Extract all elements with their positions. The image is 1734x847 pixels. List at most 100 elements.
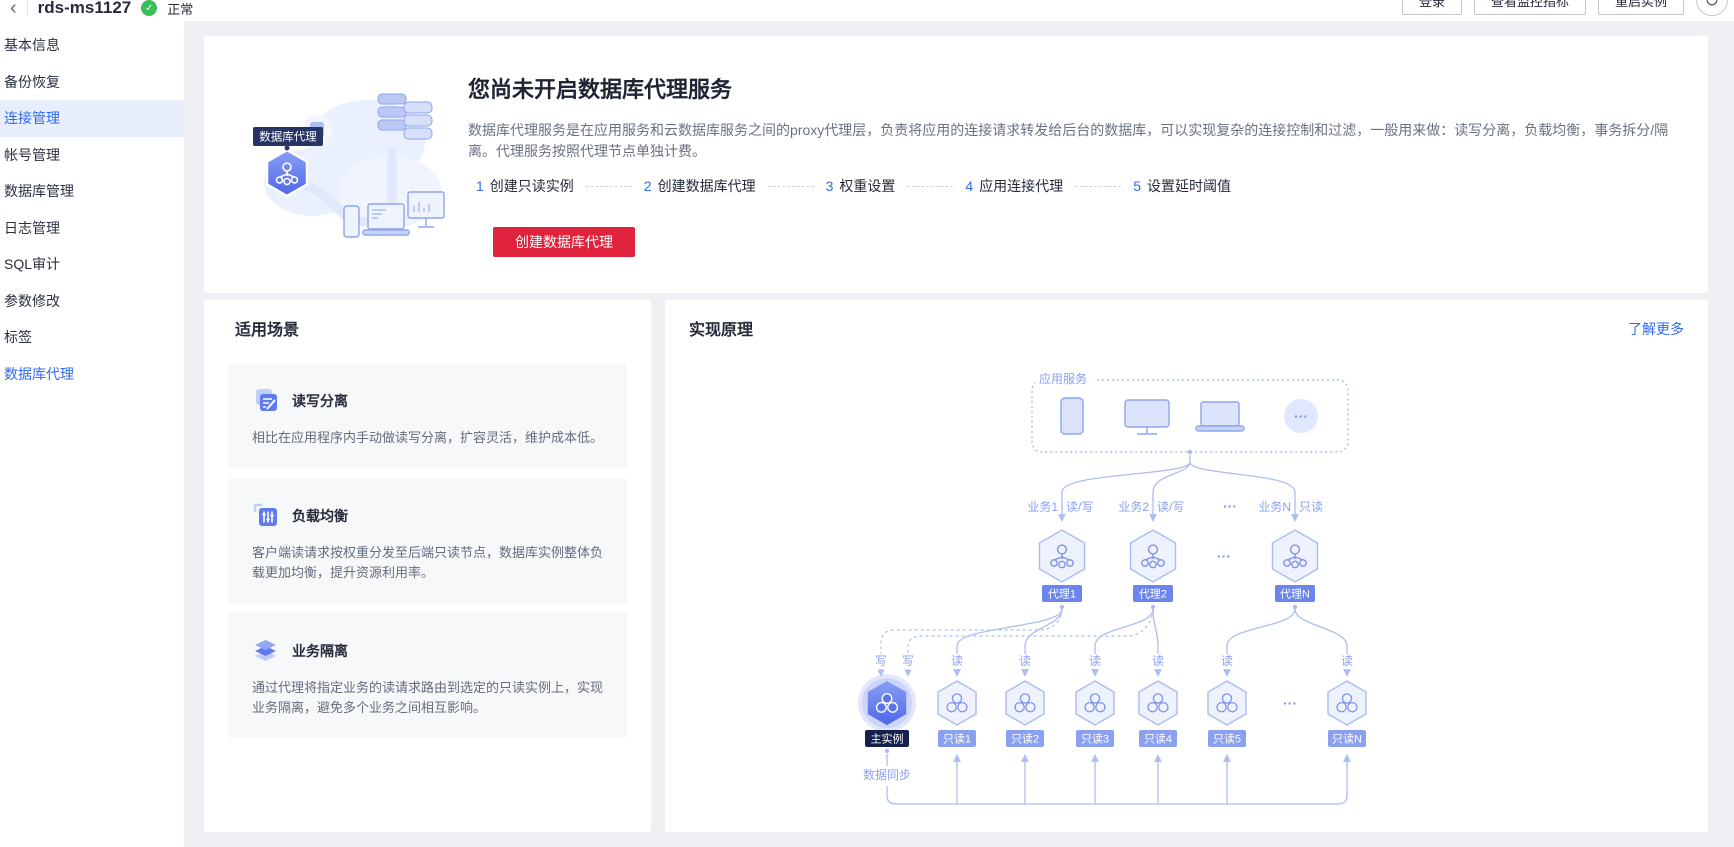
rds-instance-page: ‹ rds-ms1127 ✓ 正常 登录 查看监控指标 重启实例 基本信息 备份…	[0, 0, 1734, 847]
business-2-label: 业务2	[1118, 499, 1149, 514]
business-isolation-icon	[252, 637, 279, 664]
primary-badge: 主实例	[871, 732, 904, 746]
proxy-1-badge: 代理1	[1048, 588, 1076, 601]
illustration-label-text: 数据库代理	[259, 130, 317, 144]
step-number: 1	[476, 178, 484, 194]
create-proxy-button[interactable]: 创建数据库代理	[493, 227, 635, 257]
principle-panel: 实现原理 了解更多	[665, 300, 1708, 832]
replica-node-2	[1006, 681, 1044, 725]
business-ellipsis: ···	[1223, 498, 1237, 514]
scenario-cards: 读写分离 相比在应用程序内手动做读写分离，扩容灵活，维护成本低。 负载均衡 客户…	[228, 363, 627, 748]
phone-icon	[1061, 398, 1083, 434]
step-separator	[768, 186, 814, 187]
architecture-diagram: 应用服务 ··· 业务1 读	[835, 360, 1475, 820]
step-label: 设置延时阈值	[1147, 176, 1231, 196]
banner-title: 您尚未开启数据库代理服务	[468, 72, 732, 104]
business-1-label: 业务1	[1027, 499, 1058, 514]
back-icon[interactable]: ‹	[10, 0, 17, 18]
refresh-button[interactable]	[1696, 0, 1728, 16]
step-label: 创建数据库代理	[658, 176, 756, 196]
card-description: 通过代理将指定业务的读请求路由到选定的只读实例上，实现业务隔离，避免多个业务之间…	[252, 678, 603, 718]
sidebar-item-log-management[interactable]: 日志管理	[0, 210, 184, 247]
card-read-write-split: 读写分离 相比在应用程序内手动做读写分离，扩容灵活，维护成本低。	[228, 363, 627, 468]
replica-node-n	[1328, 681, 1366, 725]
proxy-setup-steps: 1 创建只读实例 2 创建数据库代理 3 权重设置 4 应用连接代理 5 设置延…	[476, 176, 1231, 196]
sidebar-item-database-management[interactable]: 数据库管理	[0, 173, 184, 210]
read-label-5: 读	[1221, 654, 1233, 668]
read-label-1: 读	[951, 654, 963, 668]
card-title: 负载均衡	[292, 506, 348, 526]
data-sync-label: 数据同步	[863, 767, 911, 782]
banner-description: 数据库代理服务是在应用服务和云数据库服务之间的proxy代理层，负责将应用的连接…	[468, 120, 1673, 162]
status-ok-icon: ✓	[141, 0, 157, 16]
restart-instance-button[interactable]: 重启实例	[1598, 0, 1684, 15]
principle-title: 实现原理	[689, 316, 753, 340]
refresh-icon	[1705, 0, 1719, 7]
monitor-icon	[1125, 400, 1169, 427]
replica-2-badge: 只读2	[1011, 732, 1039, 746]
proxy-node-n	[1273, 530, 1318, 582]
step-separator	[586, 186, 632, 187]
replica-1-badge: 只读1	[943, 732, 971, 746]
instance-name: rds-ms1127	[38, 0, 132, 18]
scenarios-title: 适用场景	[235, 316, 299, 340]
business-n-label: 业务N	[1258, 499, 1291, 514]
sidebar-item-tags[interactable]: 标签	[0, 319, 184, 356]
replica-3-badge: 只读3	[1081, 732, 1109, 746]
proxy-intro-panel: 数据库代理 您尚未开启数据库代理服务 数据库代理服务是在应用服务和云数据库服务之…	[204, 36, 1708, 293]
proxy-n-badge: 代理N	[1280, 588, 1310, 601]
replica-node-1	[938, 681, 976, 725]
login-button[interactable]: 登录	[1402, 0, 1462, 15]
write-paths: 写 写	[875, 609, 1153, 675]
replica-n-badge: 只读N	[1332, 732, 1362, 746]
proxy-badges: 代理1 代理2 代理N	[1042, 585, 1315, 609]
read-label-3: 读	[1089, 654, 1101, 668]
sidebar: 基本信息 备份恢复 连接管理 帐号管理 数据库管理 日志管理 SQL审计 参数修…	[0, 21, 184, 847]
proxy-node-1	[1040, 530, 1085, 582]
card-business-isolation: 业务隔离 通过代理将指定业务的读请求路由到选定的只读实例上，实现业务隔离，避免多…	[228, 613, 627, 738]
step-label: 应用连接代理	[979, 176, 1063, 196]
instance-badges: 主实例 只读1 只读2 只读3 只读4 只读5 只读N	[865, 730, 1366, 747]
view-monitoring-button[interactable]: 查看监控指标	[1474, 0, 1586, 15]
sidebar-item-database-proxy[interactable]: 数据库代理	[0, 356, 184, 393]
sidebar-item-account-management[interactable]: 帐号管理	[0, 137, 184, 174]
step-number: 3	[826, 178, 834, 194]
instance-header: ‹ rds-ms1127 ✓ 正常	[10, 0, 193, 21]
read-label-4: 读	[1152, 654, 1164, 668]
step-weight-setting: 3 权重设置	[826, 176, 896, 196]
step-number: 2	[644, 178, 652, 194]
phone-icon	[344, 206, 359, 237]
sidebar-item-sql-audit[interactable]: SQL审计	[0, 246, 184, 283]
monitor-icon	[408, 192, 444, 218]
sidebar-item-connection-management[interactable]: 连接管理	[0, 100, 184, 137]
business-n-mode: 只读	[1299, 500, 1323, 514]
scenarios-panel: 适用场景 读写分离 相比在应用程序内手动做读写分离，扩容灵活，维护成本低。	[204, 300, 651, 832]
card-title: 业务隔离	[292, 641, 348, 661]
step-number: 5	[1133, 178, 1141, 194]
sidebar-item-parameter-modification[interactable]: 参数修改	[0, 283, 184, 320]
step-separator	[907, 186, 953, 187]
sidebar-item-basic-info[interactable]: 基本信息	[0, 27, 184, 64]
write-label-2: 写	[902, 654, 914, 668]
laptop-screen-icon	[368, 204, 404, 229]
step-label: 创建只读实例	[490, 176, 574, 196]
app-service-label: 应用服务	[1039, 371, 1087, 386]
business-1-mode: 读/写	[1066, 500, 1093, 514]
proxy-hexagon-icon	[267, 150, 307, 196]
more-devices-ellipsis: ···	[1294, 408, 1308, 424]
read-label-n: 读	[1341, 654, 1353, 668]
card-title: 读写分离	[292, 391, 348, 411]
replica-node-4	[1139, 681, 1177, 725]
top-bar: ‹ rds-ms1127 ✓ 正常 登录 查看监控指标 重启实例	[0, 0, 1734, 21]
learn-more-link[interactable]: 了解更多	[1628, 319, 1684, 339]
read-write-split-icon	[252, 387, 279, 414]
step-app-connect: 4 应用连接代理	[965, 176, 1063, 196]
replica-5-badge: 只读5	[1213, 732, 1241, 746]
write-label-1: 写	[875, 654, 887, 668]
app-service-box: 应用服务 ···	[1032, 371, 1348, 452]
proxy-ellipsis: ···	[1217, 548, 1231, 564]
step-label: 权重设置	[839, 176, 895, 196]
sidebar-item-backup-restore[interactable]: 备份恢复	[0, 64, 184, 101]
status-badge: 正常	[167, 0, 193, 18]
laptop-base-icon	[1196, 426, 1244, 431]
